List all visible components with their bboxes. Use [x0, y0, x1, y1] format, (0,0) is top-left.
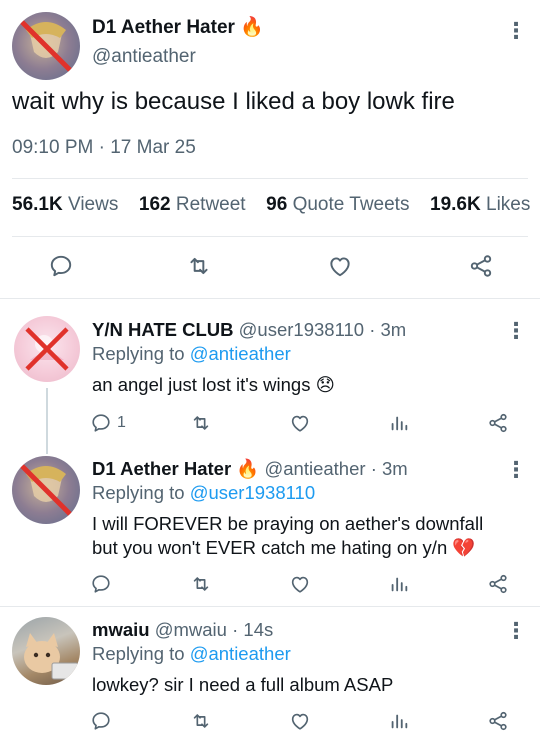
reply-3-replying-to[interactable]: @antieather	[190, 643, 291, 664]
reply-1-avatar[interactable]	[14, 316, 80, 382]
reply-2-text-line-2: but you won't EVER catch me hating on y/…	[92, 537, 448, 558]
reply-1-reply-count: 1	[117, 414, 126, 431]
share-icon[interactable]	[468, 253, 494, 279]
reply-2-avatar[interactable]	[12, 456, 80, 524]
reply-1-more-icon[interactable]: ⋮	[505, 320, 527, 342]
share-icon[interactable]	[487, 412, 509, 434]
main-tweet-text: wait why is because I liked a boy lowk f…	[12, 88, 455, 115]
reply-3-replying-prefix: Replying to	[92, 643, 185, 664]
tweet-stats: 56.1K Views 162 Retweet 96 Quote Tweets …	[12, 194, 530, 216]
main-tweet-handle[interactable]: @antieather	[92, 46, 196, 68]
reply-3-more-icon[interactable]: ⋮	[505, 620, 527, 642]
retweet-icon[interactable]	[186, 253, 212, 279]
retweets-label[interactable]: Retweet	[176, 194, 246, 215]
views-count: 56.1K	[12, 194, 63, 215]
main-tweet-timestamp: 09:10 PM · 17 Mar 25	[12, 137, 196, 158]
reply-2-more-icon[interactable]: ⋮	[505, 459, 527, 481]
reply-3-handle[interactable]: @mwaiu	[155, 619, 227, 640]
broken-heart-emoji: 💔	[452, 537, 476, 558]
main-tweet-display-name[interactable]: D1 Aether Hater	[92, 17, 235, 38]
heart-icon[interactable]	[289, 412, 311, 434]
no-symbol-icon	[20, 20, 72, 72]
reply-icon[interactable]	[90, 412, 112, 434]
likes-count[interactable]: 19.6K	[430, 194, 481, 215]
reply-icon[interactable]	[90, 573, 112, 595]
likes-label[interactable]: Likes	[486, 194, 530, 215]
reply-icon[interactable]	[48, 253, 74, 279]
cat-avatar-icon	[24, 633, 79, 680]
retweet-icon[interactable]	[190, 573, 212, 595]
fire-emoji: 🔥	[236, 458, 260, 479]
disappointed-face-emoji: 😞	[315, 374, 335, 395]
reply-1-text: an angel just lost it's wings	[92, 374, 311, 395]
thread-line	[46, 388, 48, 454]
more-options-icon[interactable]: ⋮	[505, 20, 527, 42]
reply-1-replying-to[interactable]: @antieather	[190, 343, 291, 364]
reply-2-time: · 3m	[370, 458, 408, 479]
reply-icon[interactable]	[90, 710, 112, 732]
reply-2-text-line-1: I will FOREVER be praying on aether's do…	[92, 513, 484, 534]
retweet-icon[interactable]	[190, 412, 212, 434]
heart-icon[interactable]	[289, 573, 311, 595]
reply-1-time: · 3m	[369, 319, 407, 340]
share-icon[interactable]	[487, 710, 509, 732]
retweets-count[interactable]: 162	[139, 194, 171, 215]
retweet-icon[interactable]	[190, 710, 212, 732]
reply-2-display-name[interactable]: D1 Aether Hater	[92, 458, 231, 479]
reply-3-avatar[interactable]	[12, 617, 80, 685]
reply-1-replying-prefix: Replying to	[92, 343, 185, 364]
reply-3-time: · 14s	[232, 619, 274, 640]
no-symbol-icon	[20, 464, 72, 516]
reply-1-display-name[interactable]: Y/N HATE CLUB	[92, 319, 234, 340]
analytics-icon[interactable]	[388, 573, 410, 595]
fire-emoji: 🔥	[240, 17, 264, 38]
reply-1-handle[interactable]: @user1938110	[239, 319, 364, 340]
views-label: Views	[67, 194, 119, 215]
quote-tweets-count[interactable]: 96	[266, 194, 287, 215]
heart-icon[interactable]	[327, 253, 353, 279]
heart-icon[interactable]	[289, 710, 311, 732]
quote-tweets-label[interactable]: Quote Tweets	[293, 194, 410, 215]
reply-2-handle[interactable]: @antieather	[264, 458, 365, 479]
no-symbol-icon	[25, 327, 69, 371]
analytics-icon[interactable]	[388, 412, 410, 434]
reply-2-replying-to[interactable]: @user1938110	[190, 482, 315, 503]
analytics-icon[interactable]	[388, 710, 410, 732]
main-tweet-avatar[interactable]	[12, 12, 80, 80]
reply-3-display-name[interactable]: mwaiu	[92, 619, 150, 640]
share-icon[interactable]	[487, 573, 509, 595]
reply-3-text: lowkey? sir I need a full album ASAP	[92, 674, 394, 695]
reply-2-replying-prefix: Replying to	[92, 482, 185, 503]
